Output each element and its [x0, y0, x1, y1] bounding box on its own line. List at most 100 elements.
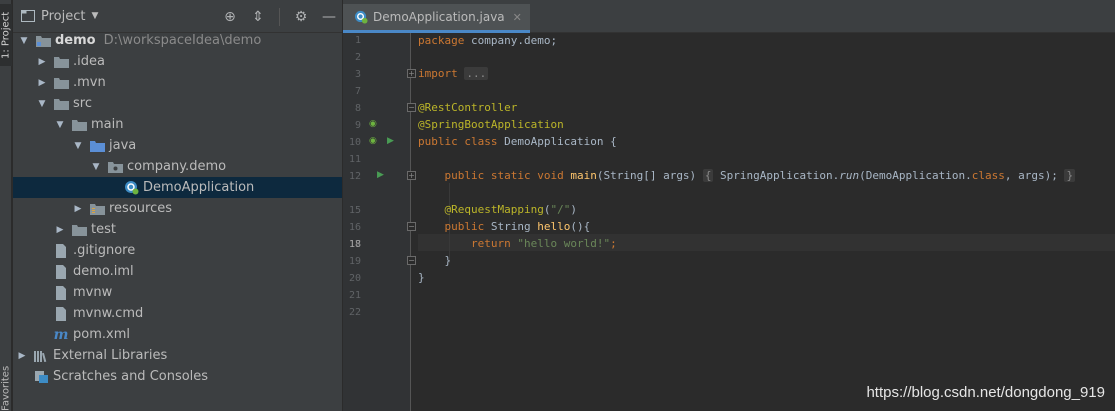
tree-item-demo-iml[interactable]: demo.iml — [13, 261, 342, 282]
chevron-down-icon[interactable]: ▼ — [37, 99, 47, 109]
tree-item-java[interactable]: ▼ java — [13, 135, 342, 156]
tree-item-label: test — [91, 222, 116, 237]
tree-item-label: resources — [109, 201, 173, 216]
minimize-icon[interactable]: — — [322, 9, 336, 25]
chevron-down-icon[interactable]: ▼ — [19, 36, 29, 46]
line-number: 20 — [348, 273, 361, 284]
run-icon[interactable]: ▶ — [387, 136, 394, 146]
spring-boot-class-icon — [353, 10, 369, 24]
chevron-right-icon[interactable]: ▶ — [55, 225, 65, 235]
folder-icon — [53, 55, 69, 69]
close-icon[interactable]: ✕ — [513, 11, 522, 24]
line-number: 9 — [354, 120, 361, 131]
tree-item-label: mvnw — [73, 285, 113, 300]
tree-item-scratches[interactable]: Scratches and Consoles — [13, 366, 342, 387]
line-number: 15 — [348, 205, 361, 216]
tree-item-gitignore[interactable]: .gitignore — [13, 240, 342, 261]
tree-item-idea[interactable]: ▶ .idea — [13, 51, 342, 72]
panel-title[interactable]: Project — [41, 9, 85, 24]
line-number-current: 18 — [348, 239, 361, 250]
chevron-down-icon[interactable]: ▼ — [73, 141, 83, 151]
tree-item-resources[interactable]: ▶ resources — [13, 198, 342, 219]
code-line-3: import ... — [418, 67, 489, 80]
chevron-right-icon[interactable]: ▶ — [17, 351, 27, 361]
project-panel: Project ▼ ⊕ ⇕ ⚙ — ▼ demo D:\workspaceIde… — [13, 0, 342, 411]
tree-item-label: pom.xml — [73, 327, 130, 342]
line-number: 22 — [348, 307, 361, 318]
line-number: 16 — [348, 222, 361, 233]
file-icon — [53, 243, 69, 258]
code-line-19: } — [444, 254, 452, 267]
scratches-icon — [33, 370, 49, 384]
chevron-down-icon[interactable]: ▼ — [91, 162, 101, 172]
editor-tab-bar: DemoApplication.java ✕ — [343, 0, 1115, 33]
code-line-8: @RestController — [418, 101, 518, 114]
folder-icon — [53, 76, 69, 90]
gear-icon[interactable]: ⚙ — [294, 9, 308, 25]
libraries-icon — [33, 349, 49, 363]
tree-item-label: src — [73, 96, 92, 111]
line-number: 10 — [348, 137, 361, 148]
tree-item-label: main — [91, 117, 124, 132]
tree-item-mvnw[interactable]: mvnw — [13, 282, 342, 303]
tree-item-main[interactable]: ▼ main — [13, 114, 342, 135]
locate-icon[interactable]: ⊕ — [223, 9, 237, 25]
tree-item-demoapplication[interactable]: DemoApplication — [13, 177, 342, 198]
tree-item-label: DemoApplication — [143, 180, 255, 195]
folded-imports[interactable]: ... — [464, 67, 489, 80]
chevron-down-icon[interactable]: ▼ — [55, 120, 65, 130]
line-number: 1 — [354, 35, 361, 46]
line-number: 7 — [354, 86, 361, 97]
tree-item-mvnw-cmd[interactable]: mvnw.cmd — [13, 303, 342, 324]
line-number: 11 — [348, 154, 361, 165]
chevron-right-icon[interactable]: ▶ — [73, 204, 83, 214]
divider — [279, 8, 280, 26]
tree-item-label: .mvn — [73, 75, 106, 90]
project-tool-tab[interactable]: 1: Project — [0, 4, 12, 66]
fold-expand-icon[interactable]: + — [407, 171, 416, 180]
file-icon — [53, 285, 69, 300]
code-line-9: @SpringBootApplication — [418, 118, 564, 131]
tree-item-label: .gitignore — [73, 243, 136, 258]
tree-item-label: External Libraries — [53, 348, 168, 363]
tree-item-label: Scratches and Consoles — [53, 369, 209, 384]
tree-item-company-demo[interactable]: ▼ company.demo — [13, 156, 342, 177]
tree-item-mvn[interactable]: ▶ .mvn — [13, 72, 342, 93]
tree-item-pom-xml[interactable]: m pom.xml — [13, 324, 342, 345]
bean-icon[interactable]: ◉ — [369, 119, 377, 129]
chevron-right-icon[interactable]: ▶ — [37, 78, 47, 88]
line-number: 21 — [348, 290, 361, 301]
fold-end-icon[interactable]: − — [407, 256, 416, 265]
tree-item-label: java — [109, 138, 137, 153]
source-folder-icon — [89, 139, 105, 153]
tree-item-demo[interactable]: ▼ demo D:\workspaceIdea\demo — [13, 30, 342, 51]
favorites-tool-tab[interactable]: Favorites — [0, 365, 12, 411]
tree-item-label: mvnw.cmd — [73, 306, 144, 321]
module-folder-icon — [35, 34, 51, 48]
tab-demoapplication[interactable]: DemoApplication.java ✕ — [343, 4, 530, 33]
tree-item-label: company.demo — [127, 159, 227, 174]
tree-item-label: demo — [55, 33, 96, 48]
fold-collapse-icon[interactable]: − — [407, 222, 416, 231]
code-line-20: } — [418, 271, 425, 284]
chevron-right-icon[interactable]: ▶ — [37, 57, 47, 67]
fold-collapse-icon[interactable]: − — [407, 103, 416, 112]
code-line-18: return "hello world!"; — [470, 237, 617, 250]
folder-icon — [71, 223, 87, 237]
run-icon[interactable]: ▶ — [377, 170, 384, 180]
line-number: 12 — [348, 171, 361, 182]
code-area[interactable]: package company.demo; import ... @RestCo… — [418, 33, 1115, 411]
line-number: 19 — [348, 256, 361, 267]
tree-item-external-libraries[interactable]: ▶ External Libraries — [13, 345, 342, 366]
collapse-all-icon[interactable]: ⇕ — [251, 9, 265, 25]
watermark: https://blog.csdn.net/dongdong_919 — [866, 384, 1105, 401]
tree-item-src[interactable]: ▼ src — [13, 93, 342, 114]
fold-expand-icon[interactable]: + — [407, 69, 416, 78]
line-number: 8 — [354, 103, 361, 114]
chevron-down-icon[interactable]: ▼ — [91, 11, 98, 21]
project-folder-icon — [21, 10, 35, 22]
tree-item-test[interactable]: ▶ test — [13, 219, 342, 240]
spring-bean-icon[interactable]: ◉ — [369, 136, 377, 146]
package-icon — [107, 160, 123, 174]
code-line-16: @RequestMapping("/") — [444, 203, 577, 216]
